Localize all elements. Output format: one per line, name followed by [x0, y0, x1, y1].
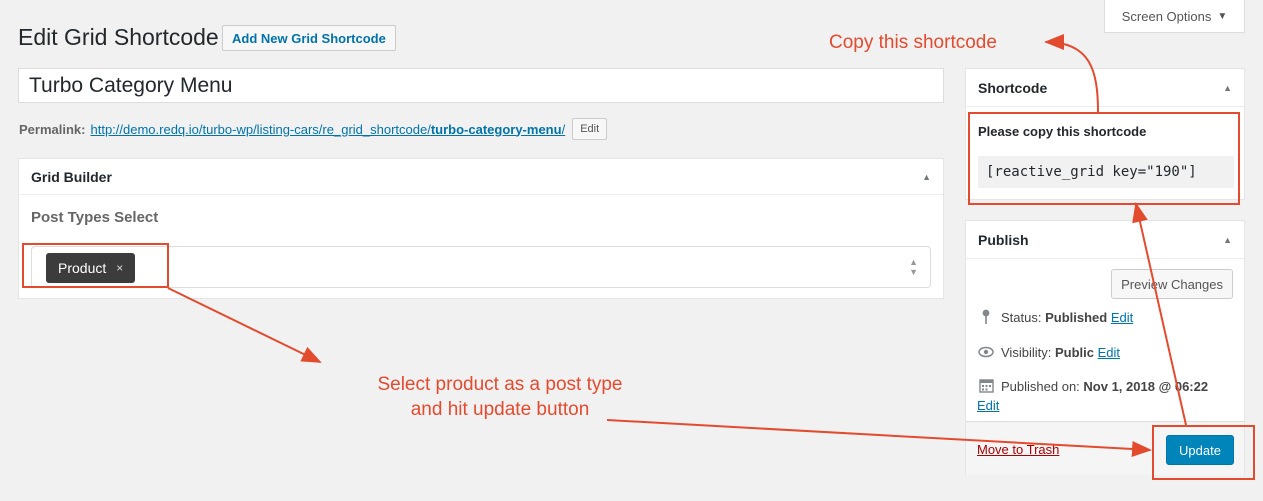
annotation-arrows	[167, 34, 1187, 457]
